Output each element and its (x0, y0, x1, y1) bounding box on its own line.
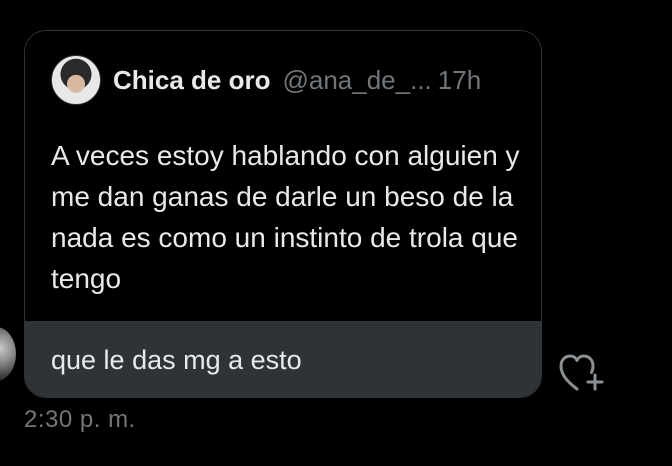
quoted-tweet-card[interactable]: Chica de oro @ana_de_... 17h A veces est… (25, 31, 541, 321)
message-timestamp: 2:30 p. m. (24, 406, 136, 433)
dm-conversation: Chica de oro @ana_de_... 17h A veces est… (0, 0, 672, 466)
quoted-tweet-text: A veces estoy hablando con alguien y me … (51, 140, 520, 294)
author-handle: @ana_de_... (282, 64, 432, 95)
author-avatar[interactable] (51, 55, 101, 105)
author-name[interactable]: Chica de oro (113, 65, 270, 96)
quoted-tweet-header: Chica de oro @ana_de_... 17h (51, 55, 481, 105)
heart-plus-icon (559, 354, 604, 391)
message-text-area: que le das mg a esto (25, 321, 541, 397)
sender-avatar[interactable] (0, 327, 16, 381)
add-reaction-button[interactable] (556, 351, 608, 395)
message-bubble[interactable]: Chica de oro @ana_de_... 17h A veces est… (24, 30, 542, 398)
message-text: que le das mg a esto (51, 345, 302, 375)
tweet-age: 17h (437, 64, 482, 95)
